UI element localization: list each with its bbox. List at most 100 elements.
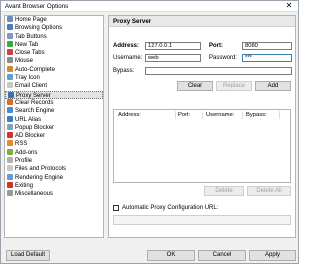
column-username[interactable]: Username: xyxy=(206,112,234,118)
column-address[interactable]: Address: xyxy=(118,112,141,118)
close-icon[interactable]: ✕ xyxy=(283,1,295,11)
column-separator xyxy=(279,111,280,119)
tree-item-label: Popup Blocker xyxy=(15,124,55,131)
proxy-list[interactable]: Address: Port: Username: Bypass: xyxy=(113,109,291,183)
tree-item-label: AD Blocker xyxy=(15,133,46,140)
address-label: Address: xyxy=(113,43,140,49)
files-icon xyxy=(7,165,13,172)
exiting-icon xyxy=(7,181,13,188)
tree-item[interactable]: Close Tabs xyxy=(5,49,103,57)
bypass-label: Bypass: xyxy=(113,68,135,74)
username-label: Username: xyxy=(113,55,143,61)
tree-item[interactable]: Proxy Server xyxy=(5,90,103,99)
tree-item[interactable]: Files and Protocols xyxy=(5,165,103,173)
mouse-icon xyxy=(7,57,13,64)
tree-item-label: New Tab xyxy=(15,41,39,48)
load-default-button[interactable]: Load Default xyxy=(6,250,50,261)
tree-item[interactable]: RSS xyxy=(5,140,103,148)
misc-icon xyxy=(7,190,13,197)
popup-blocker-icon xyxy=(7,123,13,130)
tree-item-label: Proxy Server xyxy=(16,92,51,99)
browsing-icon xyxy=(7,24,13,31)
tree-item[interactable]: Tab Buttons xyxy=(5,32,103,41)
column-bypass[interactable]: Bypass: xyxy=(246,112,267,118)
tree-item[interactable]: Tray Icon xyxy=(5,74,103,82)
profile-icon xyxy=(7,157,13,164)
add-ons-icon xyxy=(7,148,13,155)
search-engine-icon xyxy=(7,107,13,114)
clear-records-icon xyxy=(7,98,13,105)
tree-item[interactable]: AD Blocker xyxy=(5,132,103,140)
address-field[interactable]: 127.0.0.1 xyxy=(145,42,201,50)
tree-item-label: Email Client xyxy=(15,83,48,90)
tree-item-label: Exiting xyxy=(15,182,34,189)
delete-button[interactable]: Delete xyxy=(204,186,244,196)
tree-item-label: Rendering Engine xyxy=(15,174,64,181)
title-bar: Avant Browser Options ✕ xyxy=(1,1,298,12)
tree-item-label: Tray Icon xyxy=(15,75,40,82)
new-tab-icon xyxy=(7,40,13,47)
port-field[interactable]: 8080 xyxy=(242,42,292,50)
tree-item[interactable]: Mouse xyxy=(5,57,103,65)
auto-config-label: Automatic Proxy Configuration URL: xyxy=(122,205,219,211)
proxy-server-icon xyxy=(8,91,14,98)
apply-button[interactable]: Apply xyxy=(249,250,296,261)
column-port[interactable]: Port: xyxy=(178,112,190,118)
tree-item[interactable]: Home Page xyxy=(5,16,103,24)
tree-item[interactable]: Popup Blocker xyxy=(5,123,103,132)
auto-config-checkbox[interactable] xyxy=(113,205,119,211)
options-window: Avant Browser Options ✕ Home Page Browsin… xyxy=(0,0,299,264)
tree-item[interactable]: Rendering Engine xyxy=(5,173,103,182)
tree-item[interactable]: Clear Records xyxy=(5,98,103,107)
tree-item-label: Browsing Options xyxy=(15,25,63,32)
tree-item-label: Mouse xyxy=(15,58,34,65)
column-separator xyxy=(202,111,203,119)
tree-item[interactable]: Auto-Complete xyxy=(5,65,103,74)
tree-item-label: Add-ons xyxy=(15,149,38,156)
tree-item-label: Close Tabs xyxy=(15,50,45,57)
tree-item[interactable]: Email Client xyxy=(5,82,103,90)
bypass-field[interactable] xyxy=(145,67,292,75)
auto-config-url-field[interactable] xyxy=(113,215,291,225)
replace-button[interactable]: Replace xyxy=(216,81,252,91)
column-separator xyxy=(175,111,176,119)
delete-all-button[interactable]: Delete All xyxy=(247,186,291,196)
email-icon xyxy=(7,82,13,89)
tree-item[interactable]: URL Alias xyxy=(5,115,103,124)
tree-item-label: Profile xyxy=(15,158,33,165)
tree-item-label: Home Page xyxy=(15,17,47,23)
password-field[interactable]: *** xyxy=(242,54,292,62)
tree-item[interactable]: Miscellaneous xyxy=(5,190,103,198)
tree-item-label: Search Engine xyxy=(15,108,55,115)
tray-icon xyxy=(7,74,13,81)
tree-item-label: Miscellaneous xyxy=(15,191,54,198)
panel-title: Proxy Server xyxy=(113,18,152,25)
password-label: Password: xyxy=(209,55,238,61)
options-tree[interactable]: Home Page Browsing Options Tab Buttons New … xyxy=(4,15,104,238)
tree-item[interactable]: Profile xyxy=(5,157,103,165)
tree-item[interactable]: Exiting xyxy=(5,181,103,190)
home-icon xyxy=(7,16,13,22)
tree-item[interactable]: New Tab xyxy=(5,40,103,49)
proxy-server-panel: Proxy Server Address: 127.0.0.1 Port: 80… xyxy=(108,15,296,238)
port-label: Port: xyxy=(209,43,223,49)
tree-item-label: Tab Buttons xyxy=(15,33,47,40)
rss-icon xyxy=(7,140,13,147)
ok-button[interactable]: OK xyxy=(147,250,195,261)
tab-buttons-icon xyxy=(7,32,13,39)
tree-item[interactable]: Browsing Options xyxy=(5,24,103,32)
clear-button[interactable]: Clear xyxy=(177,81,213,91)
tree-item[interactable]: Search Engine xyxy=(5,107,103,115)
tree-item-label: RSS xyxy=(15,141,28,148)
tree-item[interactable]: Add-ons xyxy=(5,148,103,157)
column-separator xyxy=(242,111,243,119)
add-button[interactable]: Add xyxy=(255,81,291,91)
tree-item-label: URL Alias xyxy=(15,116,42,123)
username-field[interactable]: web xyxy=(145,54,201,62)
tree-item-label: Auto-Complete xyxy=(15,66,56,73)
panel-header: Proxy Server xyxy=(109,16,295,27)
ad-blocker-icon xyxy=(7,132,13,139)
close-tabs-icon xyxy=(7,49,13,56)
cancel-button[interactable]: Cancel xyxy=(198,250,246,261)
url-alias-icon xyxy=(7,115,13,122)
